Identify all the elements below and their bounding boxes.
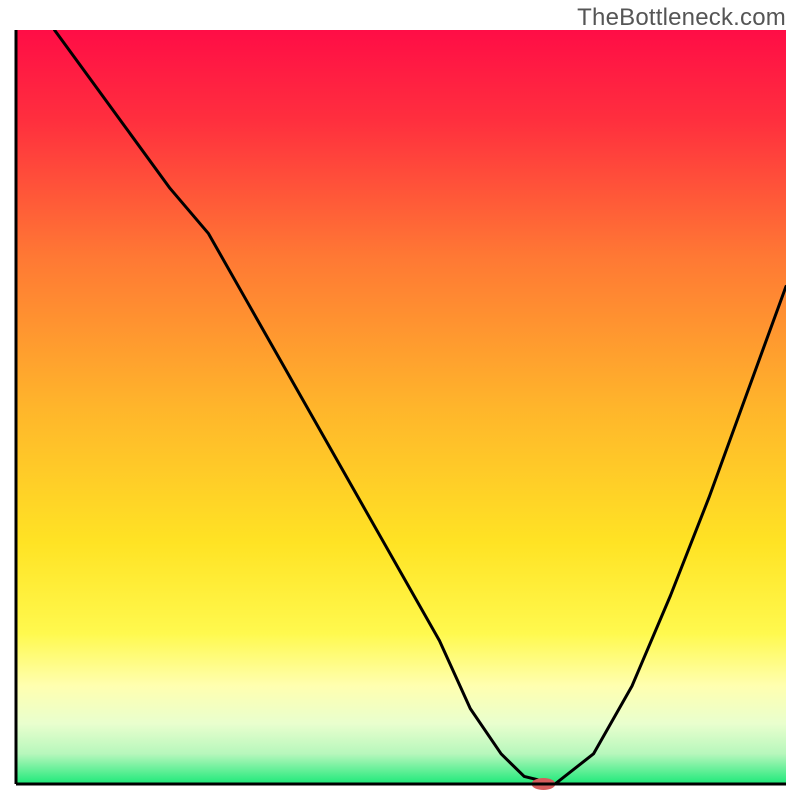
- watermark-text: TheBottleneck.com: [577, 4, 786, 32]
- plot-background-gradient: [16, 30, 786, 784]
- bottleneck-chart: [0, 0, 800, 800]
- chart-container: TheBottleneck.com: [0, 0, 800, 800]
